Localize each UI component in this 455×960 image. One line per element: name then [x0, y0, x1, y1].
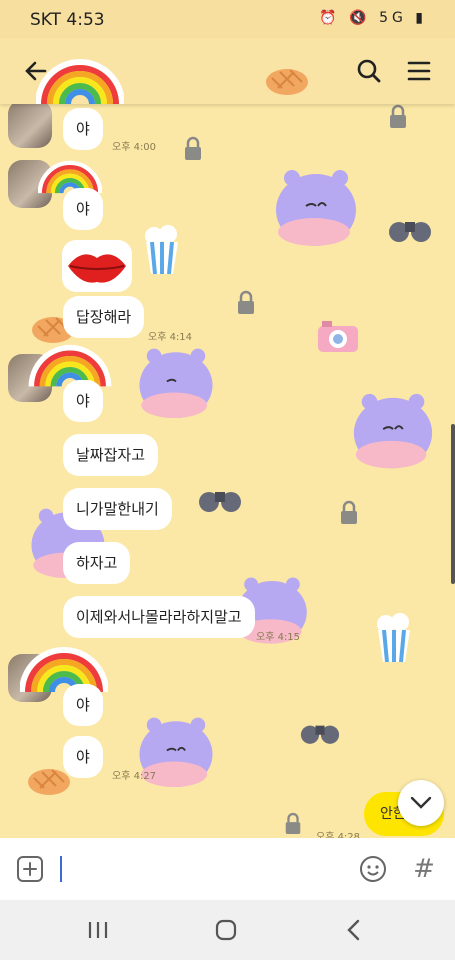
message-bubble[interactable]: 이제와서나몰라라하지말고 [63, 596, 255, 638]
status-bar: SKT 4:53 ⏰ 🔇 5G ▮ [0, 0, 455, 38]
plus-square-icon[interactable] [12, 851, 48, 887]
message-bubble[interactable]: 니가말한내기 [63, 488, 172, 530]
hashtag-button[interactable]: # [406, 851, 442, 887]
lock-icon [235, 290, 257, 320]
chat-area[interactable]: 야 야 답장해라 야 날짜잡자고 니가말한내기 하자고 이제와서나몰라라하지말고… [0, 104, 455, 838]
chevron-down-icon[interactable] [398, 780, 444, 826]
binoculars-sticker [300, 718, 340, 750]
hamburger-menu-icon[interactable] [401, 53, 437, 89]
camera-sticker [316, 318, 360, 358]
message-composer: # [0, 838, 455, 900]
binoculars-sticker [388, 214, 432, 248]
status-icons: ⏰ 🔇 5G ▮ [319, 10, 427, 26]
hippo-sticker [134, 708, 218, 808]
message-timestamp: 오후 4:15 [256, 632, 301, 643]
binoculars-sticker [198, 484, 242, 518]
lock-icon [387, 104, 409, 134]
message-bubble[interactable]: 날짜잡자고 [63, 434, 159, 476]
message-input[interactable] [60, 856, 62, 882]
message-bubble[interactable]: 야 [63, 380, 103, 422]
popcorn-sticker [372, 612, 416, 668]
message-bubble[interactable]: 하자고 [63, 542, 131, 584]
hippo-sticker [134, 344, 218, 434]
popcorn-sticker [140, 224, 184, 280]
home-icon[interactable] [208, 912, 244, 948]
recent-apps-icon[interactable] [80, 912, 116, 948]
lock-icon [182, 136, 204, 166]
rainbow-sticker [35, 58, 125, 112]
message-timestamp: 오후 4:00 [112, 142, 157, 153]
message-bubble[interactable]: 야 [63, 736, 103, 778]
search-icon[interactable] [351, 53, 387, 89]
lock-icon [338, 500, 360, 530]
back-icon[interactable] [336, 912, 372, 948]
hippo-sticker [348, 390, 438, 484]
lock-icon [283, 812, 303, 838]
message-timestamp: 오후 4:28 [316, 832, 361, 838]
message-timestamp: 오후 4:27 [112, 771, 157, 782]
melon-bread-sticker [264, 60, 310, 100]
emoji-icon[interactable] [355, 851, 391, 887]
lips-sticker [62, 240, 132, 296]
hippo-sticker [270, 166, 362, 262]
message-bubble[interactable]: 답장해라 [63, 296, 145, 338]
carrier-time: SKT 4:53 [30, 10, 105, 30]
scrollbar[interactable] [451, 424, 455, 584]
message-bubble[interactable]: 야 [63, 188, 103, 230]
message-bubble[interactable]: 야 [63, 108, 103, 150]
message-bubble[interactable]: 야 [63, 684, 103, 726]
message-timestamp: 오후 4:14 [148, 332, 193, 343]
system-nav-bar [0, 900, 455, 960]
